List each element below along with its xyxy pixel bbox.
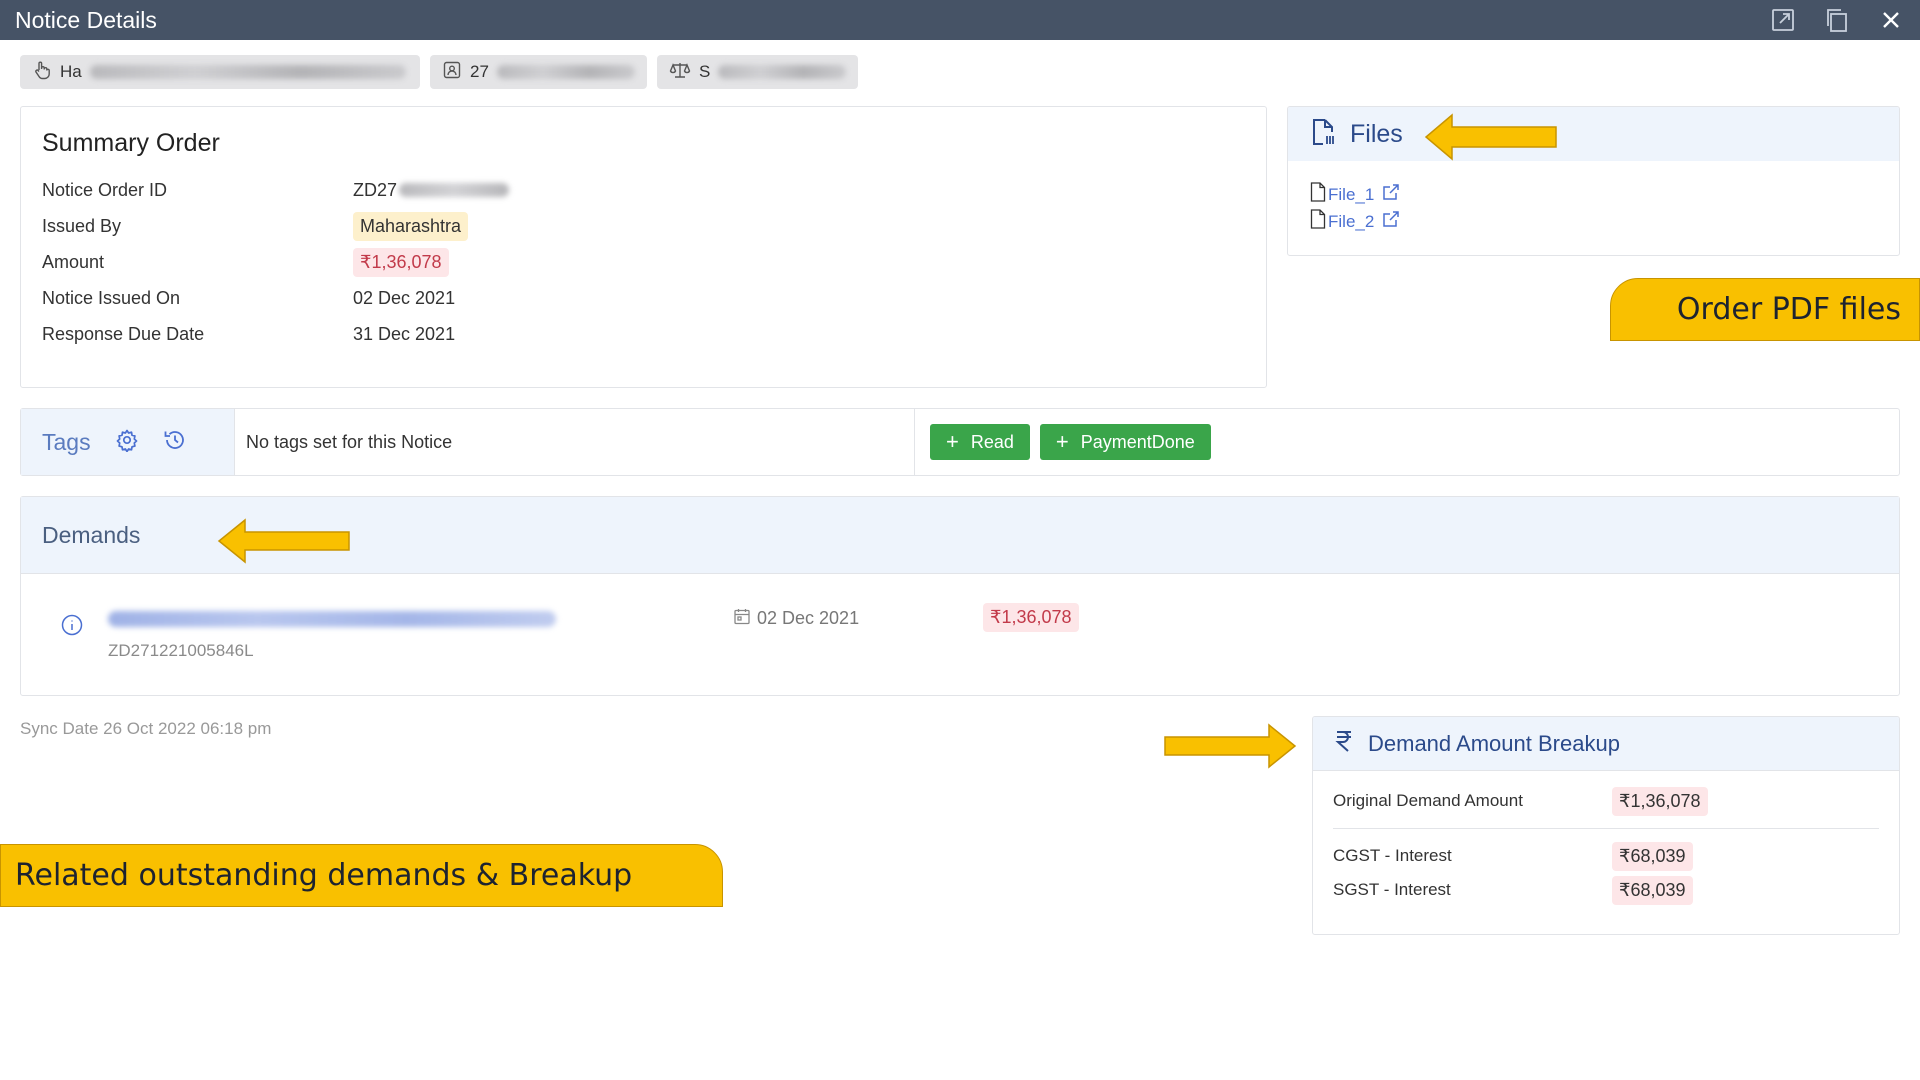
demand-row[interactable]: ZD271221005846L 02 Dec 2021 ₹1,36,078: [21, 574, 1899, 696]
summary-order-card: Summary Order Notice Order ID ZD27 Issue…: [20, 106, 1267, 388]
plus-icon: +: [1055, 429, 1069, 454]
file-icon: [1310, 209, 1326, 234]
redacted-taxpayer-name: [89, 65, 406, 79]
files-list: File_1 File_2: [1288, 161, 1899, 235]
file-link-1[interactable]: File_1: [1310, 181, 1899, 208]
window-titlebar: Notice Details: [0, 0, 1920, 40]
demand-order-id: ZD271221005846L: [108, 641, 254, 660]
history-icon[interactable]: [163, 428, 187, 457]
id-card-icon: [442, 60, 462, 85]
breakup-label: Original Demand Amount: [1333, 791, 1523, 810]
taxpayer-chip[interactable]: Ha: [20, 55, 420, 89]
entity-chips: Ha 27 S: [20, 55, 858, 89]
window-title: Notice Details: [15, 6, 157, 33]
tag-buttons: + Read + PaymentDone: [915, 409, 1211, 475]
gstin-chip-prefix: 27: [470, 62, 489, 81]
external-link-icon[interactable]: [1382, 183, 1400, 206]
add-tag-payment-done-button[interactable]: + PaymentDone: [1039, 424, 1211, 460]
demand-taxpayer-link[interactable]: [108, 607, 556, 629]
tags-title: Tags: [42, 428, 91, 455]
summary-label: Response Due Date: [42, 323, 205, 344]
annotation-arrow-demands: [217, 518, 350, 564]
file-document-icon: [1310, 118, 1336, 151]
breakup-title: Demand Amount Breakup: [1368, 730, 1620, 756]
redacted-trade-name: [718, 65, 846, 79]
files-title: Files: [1350, 119, 1403, 148]
tags-bar: Tags No tags set for this Notice + Read …: [20, 408, 1900, 476]
breakup-row-sgst: SGST - Interest ₹68,039: [1333, 873, 1879, 907]
gstin-chip[interactable]: 27: [430, 55, 647, 89]
file-icon: [1310, 182, 1326, 207]
demand-amount-badge: ₹1,36,078: [983, 603, 1079, 632]
file-name[interactable]: File_1: [1328, 185, 1374, 205]
amount-badge: ₹1,36,078: [353, 247, 449, 277]
button-label: PaymentDone: [1080, 431, 1195, 452]
demands-title: Demands: [42, 521, 141, 548]
callout-order-pdf: Order PDF files: [1610, 278, 1920, 341]
tags-label-section: Tags: [21, 409, 235, 475]
demand-date: 02 Dec 2021: [733, 607, 859, 630]
taxpayer-chip-prefix: Ha: [60, 62, 82, 81]
breakup-value: ₹68,039: [1612, 841, 1693, 871]
notice-issued-on: 02 Dec 2021: [353, 287, 456, 308]
summary-label: Issued By: [42, 215, 122, 236]
summary-title: Summary Order: [42, 129, 220, 157]
demand-date-text: 02 Dec 2021: [757, 608, 860, 628]
open-external-icon[interactable]: [1769, 6, 1797, 34]
summary-row-amount: Amount ₹1,36,078: [42, 244, 1245, 280]
redacted-demand-name: [108, 611, 556, 627]
breakup-value: ₹1,36,078: [1612, 786, 1708, 816]
copy-icon[interactable]: [1823, 6, 1851, 34]
summary-row-due-date: Response Due Date 31 Dec 2021: [42, 316, 1245, 352]
issued-by-badge: Maharashtra: [353, 211, 469, 241]
breakup-divider: [1333, 828, 1879, 829]
summary-label: Amount: [42, 251, 105, 272]
summary-row-order-id: Notice Order ID ZD27: [42, 172, 1245, 208]
calendar-icon: [733, 607, 751, 630]
sync-date: Sync Date 26 Oct 2022 06:18 pm: [20, 719, 272, 738]
breakup-row-original: Original Demand Amount ₹1,36,078: [1333, 784, 1879, 818]
plus-icon: +: [946, 429, 959, 454]
files-card: Files File_1 File_2: [1287, 106, 1900, 256]
breakup-label: SGST - Interest: [1333, 880, 1451, 899]
trade-name-chip-prefix: S: [699, 62, 711, 81]
summary-label: Notice Issued On: [42, 287, 181, 308]
hand-pointer-icon: [32, 60, 52, 85]
external-link-icon[interactable]: [1382, 210, 1400, 233]
breakup-row-cgst: CGST - Interest ₹68,039: [1333, 839, 1879, 873]
redacted-order-id: [399, 183, 510, 197]
demand-amount-breakup-card: Demand Amount Breakup Original Demand Am…: [1312, 716, 1900, 935]
add-tag-read-button[interactable]: + Read: [930, 424, 1030, 460]
notice-order-id: ZD27: [353, 179, 510, 201]
breakup-label: CGST - Interest: [1333, 846, 1452, 865]
rupee-icon: [1334, 729, 1354, 758]
files-header: Files: [1288, 107, 1899, 161]
summary-label: Notice Order ID: [42, 179, 168, 200]
file-name[interactable]: File_2: [1328, 212, 1374, 232]
breakup-body: Original Demand Amount ₹1,36,078 CGST - …: [1313, 771, 1899, 907]
notice-order-id-prefix: ZD27: [353, 179, 398, 200]
breakup-value: ₹68,039: [1612, 875, 1693, 905]
gear-icon[interactable]: [115, 428, 139, 457]
trade-name-chip[interactable]: S: [657, 55, 858, 89]
info-icon[interactable]: [61, 614, 83, 641]
no-tags-text: No tags set for this Notice: [235, 409, 915, 475]
annotation-arrow-breakup: [1164, 723, 1297, 769]
summary-row-issued-on: Notice Issued On 02 Dec 2021: [42, 280, 1245, 316]
summary-row-issued-by: Issued By Maharashtra: [42, 208, 1245, 244]
window-actions: [1769, 6, 1905, 34]
callout-related-demands: Related outstanding demands & Breakup: [0, 844, 723, 907]
breakup-header: Demand Amount Breakup: [1313, 717, 1899, 771]
close-icon[interactable]: [1877, 6, 1905, 34]
file-link-2[interactable]: File_2: [1310, 208, 1899, 235]
annotation-arrow-files: [1424, 113, 1557, 161]
redacted-gstin: [496, 65, 635, 79]
response-due-date: 31 Dec 2021: [353, 323, 456, 344]
button-label: Read: [970, 431, 1014, 452]
scales-icon: [669, 60, 691, 85]
